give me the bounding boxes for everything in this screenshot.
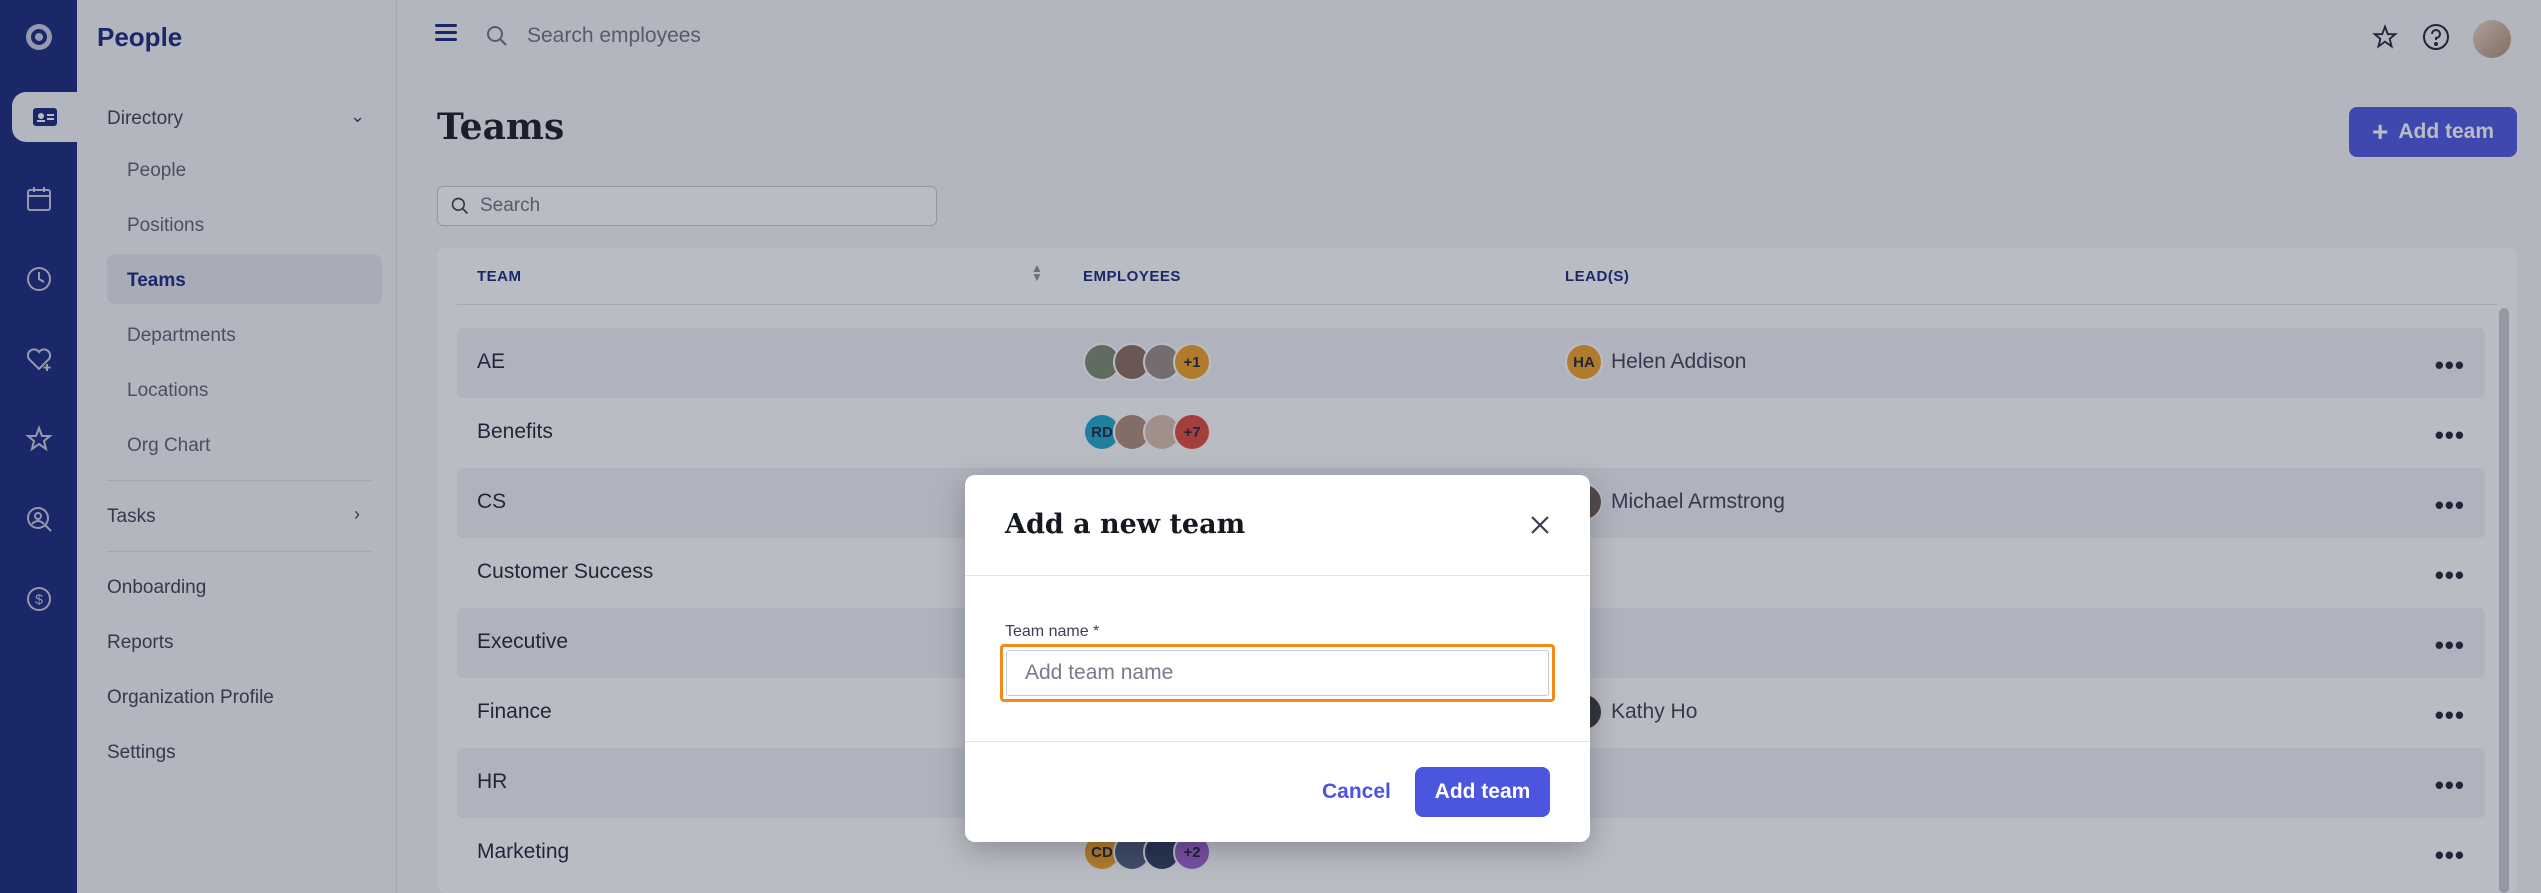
close-icon[interactable]	[1528, 513, 1552, 537]
add-team-dialog: Add a new team Team name * Cancel Add te…	[965, 475, 1590, 842]
team-name-input[interactable]	[1006, 650, 1549, 696]
add-team-submit-button[interactable]: Add team	[1415, 767, 1550, 817]
dialog-divider	[965, 575, 1590, 576]
team-name-label: Team name *	[1005, 623, 1100, 640]
dialog-title: Add a new team	[1005, 509, 1246, 540]
dialog-divider	[965, 741, 1590, 742]
cancel-button[interactable]: Cancel	[1310, 767, 1403, 817]
focus-ring	[1000, 644, 1555, 702]
